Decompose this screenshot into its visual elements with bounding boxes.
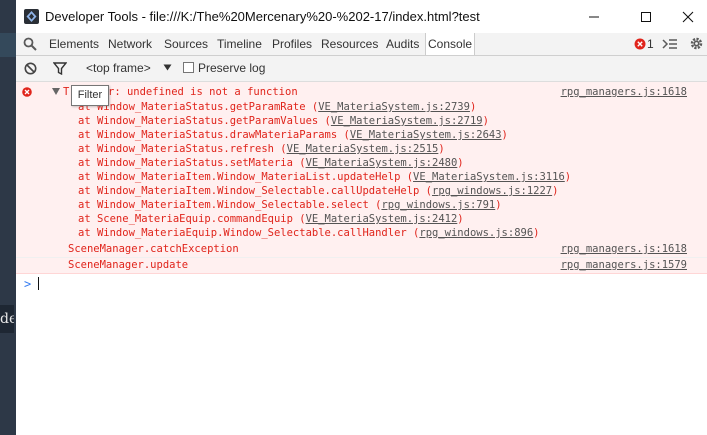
error-count[interactable]: 1 <box>647 33 654 55</box>
tab-timeline[interactable]: Timeline <box>217 33 262 55</box>
stack-frame-close-paren: ) <box>552 185 559 197</box>
maximize-icon <box>641 11 651 22</box>
stack-frame-text: at Scene_MateriaEquip.commandEquip ( <box>78 213 306 225</box>
stack-frame-close-paren: ) <box>533 227 540 239</box>
devtools-app-icon <box>24 9 39 24</box>
show-drawer-icon[interactable] <box>662 38 678 50</box>
stack-frame: at Window_MateriaItem.Window_MateriaList… <box>78 170 571 184</box>
console-input-caret[interactable] <box>38 277 39 290</box>
stack-frame-source-link[interactable]: VE_MateriaSystem.js:2739 <box>318 101 470 113</box>
stack-frame-close-paren: ) <box>495 199 502 211</box>
minimize-icon <box>589 16 599 17</box>
title-bar[interactable]: Developer Tools - file:///K:/The%20Merce… <box>16 0 707 33</box>
stack-frame-close-paren: ) <box>482 115 489 127</box>
stack-frame-close-paren: ) <box>438 143 445 155</box>
stack-frame: at Window_MateriaStatus.setMateria (VE_M… <box>78 156 464 170</box>
background-text: de <box>0 305 14 333</box>
preserve-log-checkbox[interactable] <box>183 62 194 73</box>
stack-frame: at Window_MateriaStatus.getParamRate (VE… <box>78 100 476 114</box>
stack-frame-source-link[interactable]: VE_MateriaSystem.js:3116 <box>413 171 565 183</box>
frame-dropdown-icon[interactable] <box>163 64 172 71</box>
expand-triangle-icon[interactable] <box>52 88 60 96</box>
log-source-link-2[interactable]: rpg_managers.js:1579 <box>561 258 687 272</box>
stack-frame-text: at Window_MateriaStatus.setMateria ( <box>78 157 306 169</box>
stack-frame: at Scene_MateriaEquip.commandEquip (VE_M… <box>78 212 464 226</box>
tab-resources[interactable]: Resources <box>321 33 378 55</box>
stack-frame-close-paren: ) <box>564 171 572 183</box>
stack-frame-source-link[interactable]: rpg_windows.js:791 <box>381 199 495 211</box>
close-icon <box>682 11 694 22</box>
devtools-window: Developer Tools - file:///K:/The%20Merce… <box>16 0 707 435</box>
stack-frame-close-paren: ) <box>457 213 464 225</box>
error-icon <box>22 87 32 97</box>
stack-frame: at Window_MateriaItem.Window_Selectable.… <box>78 198 502 212</box>
stack-frame-text: at Window_MateriaStatus.drawMateriaParam… <box>78 129 350 141</box>
clear-console-icon[interactable] <box>24 62 37 75</box>
stack-frame: at Window_MateriaStatus.getParamValues (… <box>78 114 489 128</box>
tab-console[interactable]: Console <box>425 33 476 55</box>
stack-frame-text: at Window_MateriaStatus.refresh ( <box>78 143 287 155</box>
window-title: Developer Tools - file:///K:/The%20Merce… <box>45 9 480 24</box>
minimize-button[interactable] <box>571 0 617 33</box>
filter-icon[interactable] <box>53 62 67 75</box>
error-prefix: T <box>63 86 70 98</box>
preserve-log-label: Preserve log <box>198 61 266 75</box>
stack-frame-text: at Window_MateriaStatus.getParamRate ( <box>78 101 319 113</box>
stack-frame-text: at Window_MateriaEquip.Window_Selectable… <box>78 227 420 239</box>
filter-tooltip: Filter <box>71 85 109 106</box>
error-count-icon[interactable] <box>634 38 646 50</box>
stack-frame-source-link[interactable]: VE_MateriaSystem.js:2480 <box>306 157 458 169</box>
stack-frame-text: at Window_MateriaItem.Window_Selectable.… <box>78 199 382 211</box>
frame-select[interactable]: <top frame> <box>86 61 151 75</box>
stack-frame-text: at Window_MateriaItem.Window_MateriaList… <box>78 171 414 183</box>
stack-frame-close-paren: ) <box>469 101 477 113</box>
tab-profiles[interactable]: Profiles <box>272 33 312 55</box>
stack-frame-source-link[interactable]: rpg_windows.js:1227 <box>432 185 552 197</box>
close-button[interactable] <box>665 0 707 33</box>
stack-frame: at Window_MateriaStatus.drawMateriaParam… <box>78 128 508 142</box>
error-source-link[interactable]: rpg_managers.js:1618 <box>561 85 687 99</box>
prompt-chevron-icon: > <box>24 277 32 291</box>
console-toolbar: <top frame> Preserve log <box>16 56 707 82</box>
stack-frame-source-link[interactable]: VE_MateriaSystem.js:2643 <box>350 129 502 141</box>
stack-frame-close-paren: ) <box>501 129 508 141</box>
error-message: r: undefined is not a function <box>108 86 298 98</box>
stack-frame-close-paren: ) <box>457 157 464 169</box>
stack-frame-text: at Window_MateriaStatus.getParamValues ( <box>78 115 331 127</box>
stack-frame-text: at Window_MateriaItem.Window_Selectable.… <box>78 185 433 197</box>
stack-frame: at Window_MateriaStatus.refresh (VE_Mate… <box>78 142 445 156</box>
log-line-update: SceneManager.update <box>68 259 189 271</box>
log-line-catch-exception: SceneManager.catchException <box>68 243 239 255</box>
inspect-search-icon[interactable] <box>23 37 37 51</box>
stack-frame: at Window_MateriaItem.Window_Selectable.… <box>78 184 558 198</box>
stack-frame: at Window_MateriaEquip.Window_Selectable… <box>78 226 540 240</box>
tab-network[interactable]: Network <box>108 33 152 55</box>
stack-frame-source-link[interactable]: VE_MateriaSystem.js:2412 <box>306 213 458 225</box>
stack-frame-source-link[interactable]: rpg_windows.js:896 <box>419 227 533 239</box>
tab-audits[interactable]: Audits <box>386 33 419 55</box>
console-output[interactable]: T r: undefined is not a function rpg_man… <box>16 82 707 435</box>
tab-elements[interactable]: Elements <box>49 33 99 55</box>
maximize-button[interactable] <box>623 0 669 33</box>
settings-gear-icon[interactable] <box>689 36 704 51</box>
stack-frame-source-link[interactable]: VE_MateriaSystem.js:2515 <box>287 143 439 155</box>
log-source-link-1[interactable]: rpg_managers.js:1618 <box>561 242 687 256</box>
stack-frame-source-link[interactable]: VE_MateriaSystem.js:2719 <box>331 115 483 127</box>
tab-sources[interactable]: Sources <box>164 33 208 55</box>
panel-tabbar: Elements Network Sources Timeline Profil… <box>16 33 707 56</box>
